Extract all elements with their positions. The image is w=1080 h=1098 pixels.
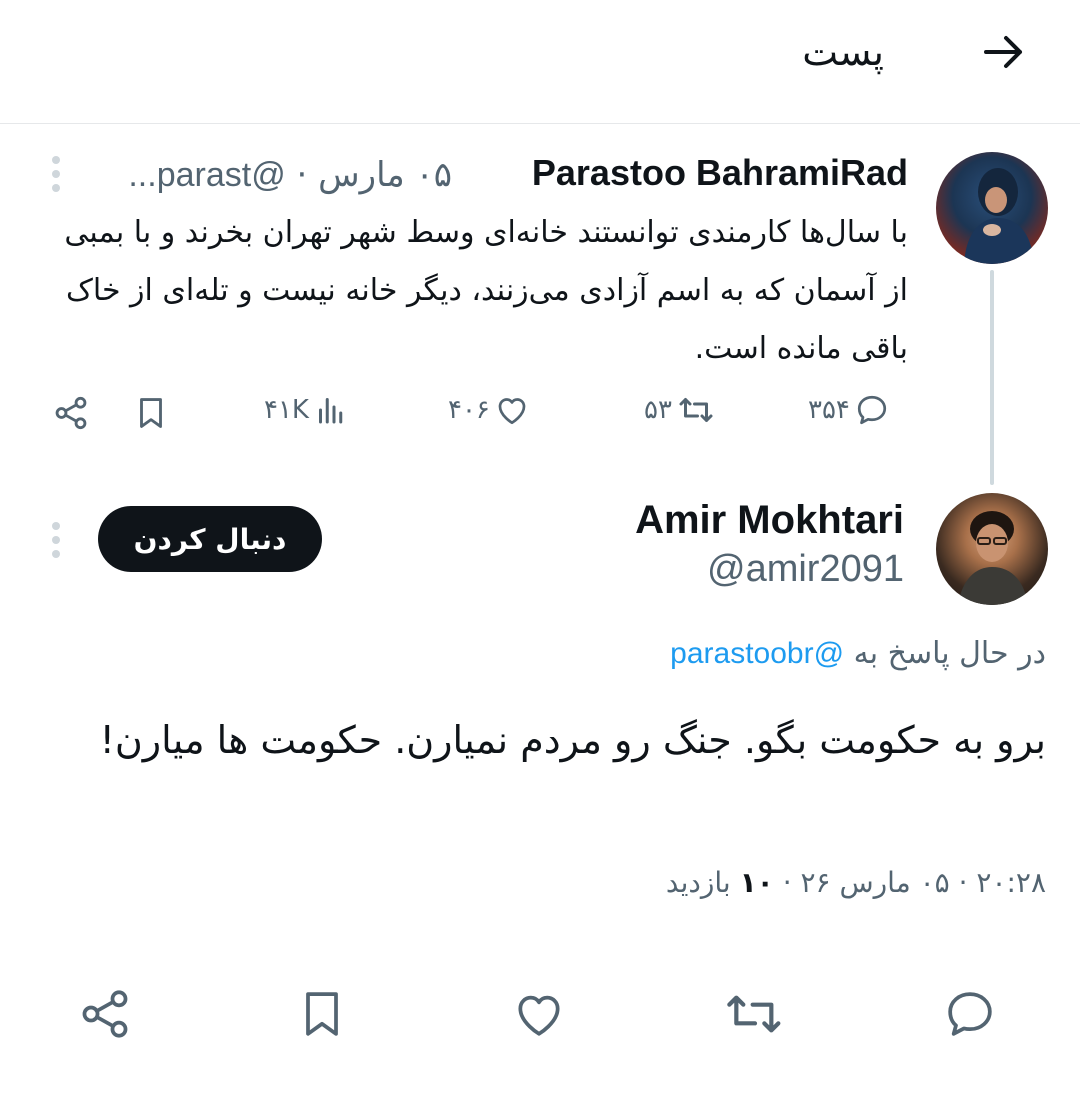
views-count: ۱۰ (739, 866, 774, 899)
avatar[interactable] (936, 152, 1048, 264)
like-action[interactable]: ۴۰۶ (448, 392, 530, 428)
share-icon (55, 396, 87, 430)
meta-separator: · (782, 866, 792, 899)
avatar-photo (958, 511, 1028, 605)
repost-icon (727, 995, 781, 1033)
page-title: پست (802, 30, 884, 74)
like-count: ۴۰۶ (448, 395, 490, 425)
bookmark-action[interactable] (132, 394, 170, 432)
heart-icon (518, 995, 560, 1036)
like-action[interactable] (510, 986, 568, 1042)
views-count: ۴۱K (264, 395, 309, 425)
back-button[interactable] (976, 24, 1032, 80)
follow-button[interactable]: دنبال کردن (98, 506, 322, 572)
meta-separator: · (958, 866, 968, 899)
author-handle[interactable]: @parast... (128, 156, 285, 194)
replying-to-handle[interactable]: @parastoobr (670, 637, 844, 670)
share-action[interactable] (52, 394, 90, 432)
author-handle[interactable]: @amir2091 (707, 548, 904, 591)
replying-prefix: در حال پاسخ به (853, 636, 1046, 671)
tweet-date[interactable]: ۰۵ مارس ۲۶ (801, 866, 950, 899)
author-name[interactable]: Parastoo BahramiRad (532, 152, 908, 194)
bookmark-icon (140, 398, 162, 428)
comment-icon (948, 992, 992, 1036)
bookmark-icon (306, 992, 338, 1036)
repost-action[interactable]: ۵۳ (644, 392, 716, 428)
tweet-text: با سال‌ها کارمندی توانستند خانه‌ای وسط ش… (64, 215, 908, 366)
replying-to: در حال پاسخ به @parastoobr (670, 636, 1046, 671)
share-action[interactable] (76, 986, 134, 1042)
thread-connector-line (990, 270, 994, 485)
tweet-time[interactable]: ۲۰:۲۸ (976, 866, 1046, 899)
arrow-right-icon (984, 36, 1022, 68)
top-bar: پست (0, 0, 1080, 124)
avatar[interactable] (936, 493, 1048, 605)
reply-count: ۳۵۴ (808, 395, 850, 425)
repost-count: ۵۳ (644, 395, 672, 425)
tweet-date[interactable]: ۰۵ مارس (318, 155, 452, 195)
repost-action[interactable] (722, 986, 788, 1042)
tweet-meta: ۰۵ مارس · @parast... (128, 155, 452, 195)
analytics-icon (318, 398, 343, 424)
comment-icon (857, 395, 887, 425)
more-vertical-icon (52, 156, 60, 192)
reply-action[interactable]: ۳۵۴ (808, 392, 890, 428)
share-icon (82, 990, 128, 1038)
views-label: بازدید (665, 866, 731, 899)
tweet-meta: ۲۰:۲۸ · ۰۵ مارس ۲۶ · ۱۰ بازدید (666, 866, 1046, 899)
more-options-button[interactable] (44, 518, 68, 562)
author-name[interactable]: Amir Mokhtari (635, 498, 904, 543)
heart-icon (498, 398, 526, 425)
bookmark-action[interactable] (294, 986, 350, 1042)
views-action[interactable]: ۴۱K (264, 392, 349, 428)
more-vertical-icon (52, 522, 60, 558)
repost-icon (679, 398, 713, 422)
reply-action[interactable] (942, 986, 998, 1042)
avatar-photo (964, 168, 1034, 264)
meta-separator: · (296, 155, 308, 195)
more-options-button[interactable] (44, 152, 68, 196)
tweet-text: برو به حکومت بگو. جنگ رو مردم نمیارن. حک… (99, 718, 1046, 762)
